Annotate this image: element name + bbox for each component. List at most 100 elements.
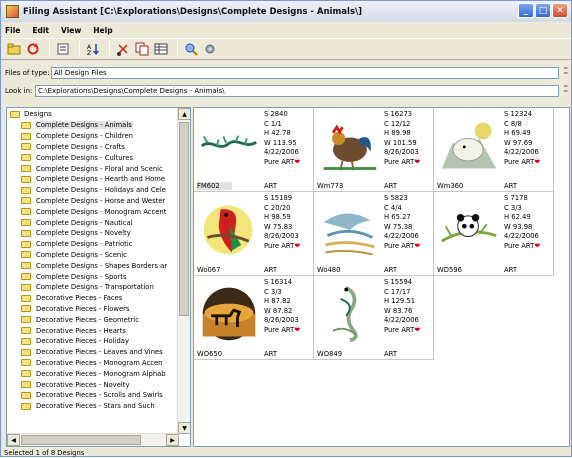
scroll-down-button[interactable]: ▼ [178,422,190,434]
stat-stitches: S 12324 [504,110,533,118]
scroll-thumb[interactable] [21,435,141,445]
design-cell[interactable]: S 2840 C 1/1 H 42.78 W 113.95 4/22/2006 Pure … [194,108,314,192]
tree-item[interactable]: Complete Designs - Holidays and Cele [21,185,181,196]
tree-item[interactable]: Decorative Pieces - Flowers [21,304,181,315]
design-type: ART [264,350,278,358]
tree-item[interactable]: Complete Designs - Shapes Borders ar [21,260,181,271]
tree-item-label: Decorative Pieces - Stars and Such [36,402,155,411]
tree-root[interactable]: Designs [10,110,52,118]
tree-item[interactable]: Complete Designs - Patriotic [21,239,181,250]
design-cell[interactable]: S 5823 C 4/4 H 65.27 W 75.38 4/22/2006 Pure A… [314,192,434,276]
tree-item[interactable]: Decorative Pieces - Novelty [21,379,181,390]
folder-icon [21,240,31,248]
stat-colors: C 17/17 [384,287,411,296]
tree-item[interactable]: Decorative Pieces - Holiday [21,336,181,347]
tree-item[interactable]: Complete Designs - Sports [21,271,181,282]
tree-item[interactable]: Complete Designs - Nautical [21,217,181,228]
scroll-right-button[interactable]: ▶ [166,434,179,446]
folder-icon [21,402,31,410]
tree-item[interactable]: Complete Designs - Animals [21,120,181,131]
design-type: ART [384,266,398,274]
design-type: ART [264,182,278,190]
design-stats: S 2840 C 1/1 H 42.78 W 113.95 4/22/2006 Pure … [264,110,300,168]
tree-item[interactable]: Complete Designs - Novelty [21,228,181,239]
files-of-type-row: Files of type: All Design Files ━ ━ [1,65,571,80]
scroll-up-button[interactable]: ▲ [178,108,190,120]
toolbar: AZ [1,38,571,60]
stat-colors: C 20/20 [264,203,291,212]
tree-item[interactable]: Complete Designs - Transportation [21,282,181,293]
scroll-thumb[interactable] [179,122,189,316]
find-icon[interactable] [183,41,199,57]
folder-icon [21,359,31,367]
tree-vertical-scrollbar[interactable]: ▲ ▼ [177,108,190,434]
polar-bear-icon[interactable] [436,111,502,179]
details-icon[interactable] [153,41,169,57]
tree-item[interactable]: Decorative Pieces - Monogram Accen [21,358,181,369]
menu-edit[interactable]: Edit [32,26,49,35]
lion-sunset-icon[interactable] [196,279,262,347]
tree-item-label: Decorative Pieces - Hearts [36,326,126,335]
tree-item[interactable]: Complete Designs - Horse and Wester [21,196,181,207]
design-type: ART [504,266,518,274]
tree-item[interactable]: Decorative Pieces - Scrolls and Swirls [21,390,181,401]
open-folder-icon[interactable] [6,41,22,57]
tree-item[interactable]: Decorative Pieces - Stars and Such [21,401,181,412]
lizard-icon[interactable] [316,279,382,347]
title-bar[interactable]: Filing Assistant [C:\Explorations\Design… [1,1,571,22]
tree-horizontal-scrollbar[interactable]: ◀ ▶ [7,433,179,446]
menu-view[interactable]: View [61,26,81,35]
sort-icon[interactable]: AZ [85,41,101,57]
pure-art-label: Pure ART [264,241,295,250]
design-cell[interactable]: S 15189 C 20/20 H 98.59 W 75.83 8/26/2003 Pur… [194,192,314,276]
parrot-icon[interactable] [196,195,262,263]
rooster-icon[interactable] [316,111,382,179]
window-controls: _ □ ✕ [518,3,568,18]
tree-item[interactable]: Decorative Pieces - Hearts [21,325,181,336]
row-grip-icon: ━ ━ [564,83,568,95]
dolphin-icon[interactable] [316,195,382,263]
design-cell[interactable]: S 12324 C 8/8 H 69.49 W 97.69 4/22/2006 Pure … [434,108,554,192]
panda-icon[interactable] [436,195,502,263]
design-cell[interactable]: S 15594 C 17/17 H 129.51 W 83.76 4/22/2006 Pu… [314,276,434,360]
refresh-icon[interactable] [25,41,41,57]
pure-art-line: Pure ART❤ [384,242,420,252]
tree-item[interactable]: Complete Designs - Floral and Scenic [21,163,181,174]
design-stats: S 7178 C 3/3 H 62.49 W 93.98 4/22/2006 Pure A… [504,194,540,252]
tree-item[interactable]: Decorative Pieces - Faces [21,293,181,304]
minimize-button[interactable]: _ [518,3,534,18]
vine-icon[interactable] [196,111,262,179]
tree-item[interactable]: Complete Designs - Hearth and Home [21,174,181,185]
properties-icon[interactable] [55,41,71,57]
folder-icon [21,197,31,205]
design-cell[interactable]: S 7178 C 3/3 H 62.49 W 93.98 4/22/2006 Pure A… [434,192,554,276]
design-type: ART [504,182,518,190]
settings-icon[interactable] [202,41,218,57]
stat-width: W 83.76 [384,306,413,315]
folder-tree[interactable]: Designs Complete Designs - Animals Comple… [6,107,191,447]
tree-item[interactable]: Complete Designs - Monogram Accent [21,206,181,217]
menu-file[interactable]: File [5,26,20,35]
tree-item[interactable]: Complete Designs - Children [21,131,181,142]
design-cell[interactable]: S 16273 C 12/12 H 89.98 W 101.59 8/26/2003 Pu… [314,108,434,192]
close-button[interactable]: ✕ [552,3,568,18]
stat-date: 4/22/2006 [264,148,299,157]
folder-icon [10,110,20,118]
design-stats: S 15594 C 17/17 H 129.51 W 83.76 4/22/2006 Pu… [384,278,420,336]
tree-item[interactable]: Complete Designs - Cultures [21,152,181,163]
copy-icon[interactable] [134,41,150,57]
tree-item[interactable]: Complete Designs - Crafts [21,142,181,153]
scroll-left-button[interactable]: ◀ [7,434,20,446]
tree-item[interactable]: Complete Designs - Scenic [21,250,181,261]
stat-height: H 65.27 [384,213,411,222]
design-cell[interactable]: S 16314 C 3/3 H 87.82 W 87.82 8/26/2003 Pure … [194,276,314,360]
look-in-field[interactable]: C:\Explorations\Designs\Complete Designs… [35,84,559,97]
cut-icon[interactable] [115,41,131,57]
tree-item[interactable]: Decorative Pieces - Leaves and Vines [21,347,181,358]
files-of-type-select[interactable]: All Design Files [51,66,559,79]
tree-item[interactable]: Decorative Pieces - Geometric [21,314,181,325]
menu-help[interactable]: Help [93,26,112,35]
tree-item[interactable]: Decorative Pieces - Monogram Alphab [21,368,181,379]
maximize-button[interactable]: □ [535,3,551,18]
stat-width: W 93.98 [504,222,533,231]
